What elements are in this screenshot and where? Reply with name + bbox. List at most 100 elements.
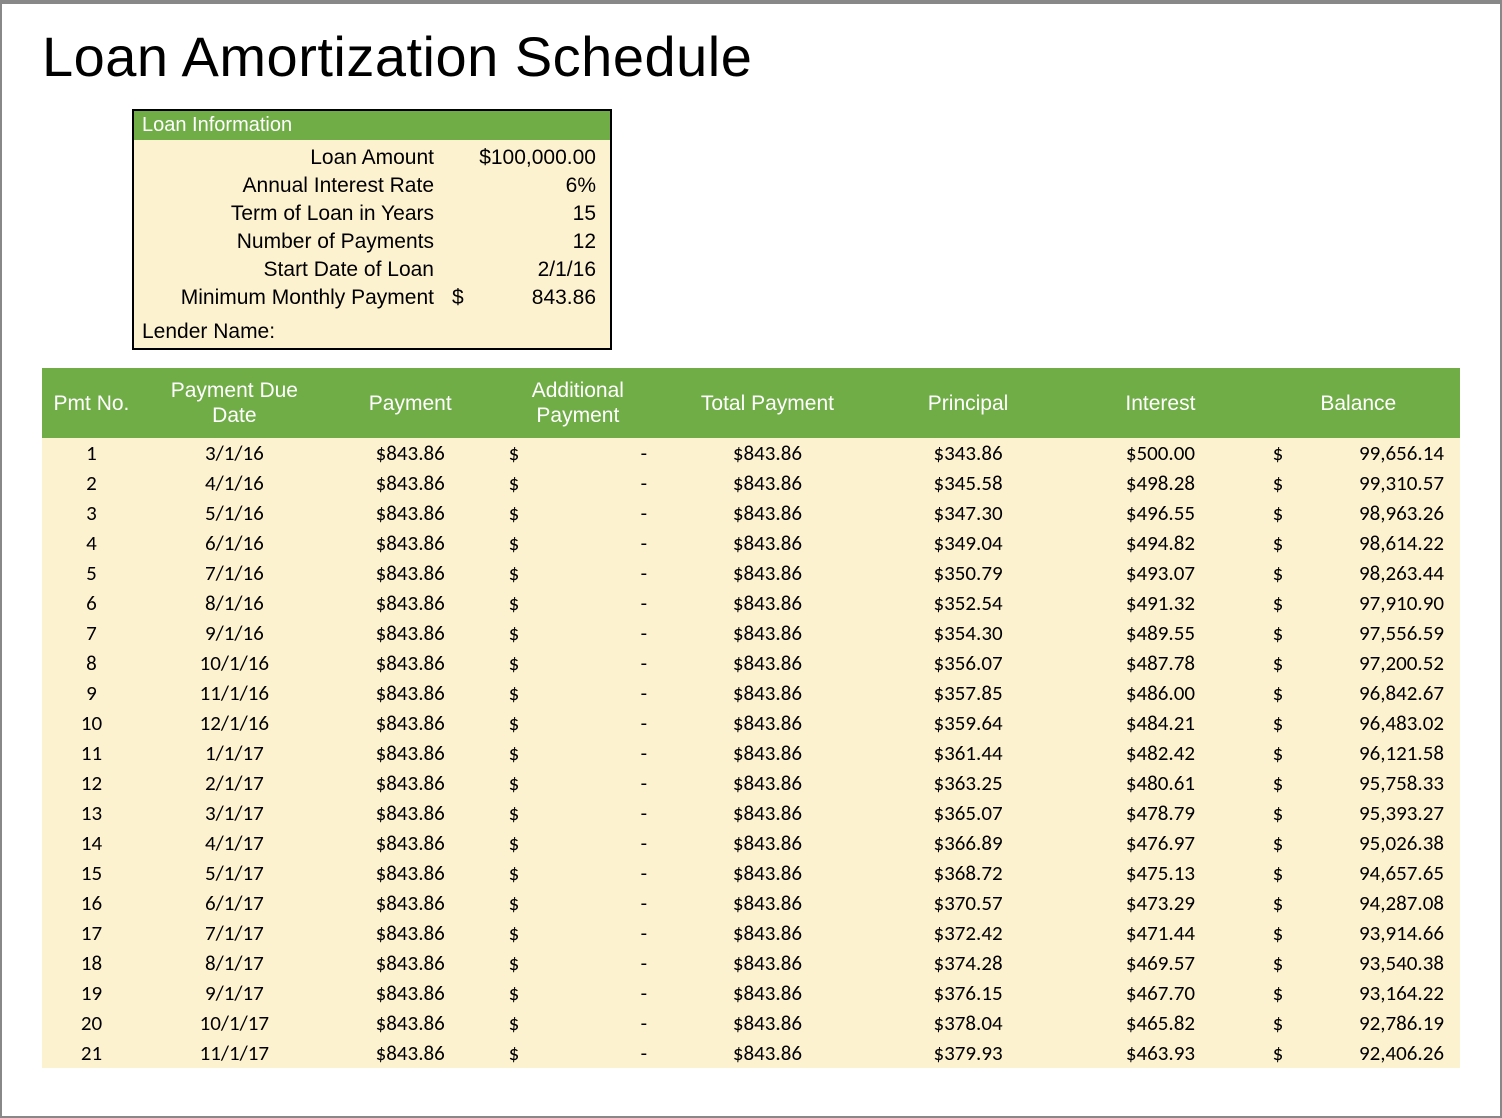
table-body: 13/1/16$843.86$-$843.86$343.86$500.00$99…	[42, 438, 1460, 1068]
cell-additional: $-	[493, 648, 663, 678]
cell-balance: $93,914.66	[1257, 918, 1460, 948]
cell-due-date: 4/1/16	[141, 468, 328, 498]
cell-principal: $370.57	[872, 888, 1064, 918]
currency-value: 95,026.38	[1359, 830, 1450, 856]
currency-symbol: $	[1267, 590, 1284, 616]
cell-due-date: 6/1/17	[141, 888, 328, 918]
cell-principal: $345.58	[872, 468, 1064, 498]
table-row: 177/1/17$843.86$-$843.86$372.42$471.44$9…	[42, 918, 1460, 948]
cell-additional: $-	[493, 1038, 663, 1068]
currency-symbol: $	[1267, 770, 1284, 796]
cell-total: $843.86	[663, 588, 872, 618]
cell-total: $843.86	[663, 1008, 872, 1038]
cell-due-date: 4/1/17	[141, 828, 328, 858]
cell-balance: $96,121.58	[1257, 738, 1460, 768]
cell-additional-split: $-	[503, 920, 653, 946]
table-row: 911/1/16$843.86$-$843.86$357.85$486.00$9…	[42, 678, 1460, 708]
cell-balance-split: $93,914.66	[1267, 920, 1450, 946]
cell-interest: $469.57	[1064, 948, 1256, 978]
cell-additional: $-	[493, 798, 663, 828]
cell-additional-split: $-	[503, 890, 653, 916]
cell-additional: $-	[493, 948, 663, 978]
currency-symbol: $	[1267, 680, 1284, 706]
cell-payment: $843.86	[328, 918, 493, 948]
cell-principal: $361.44	[872, 738, 1064, 768]
cell-additional: $-	[493, 618, 663, 648]
cell-principal: $359.64	[872, 708, 1064, 738]
loan-info-label: Number of Payments	[142, 230, 452, 254]
currency-symbol: $	[503, 710, 520, 736]
cell-balance-split: $94,657.65	[1267, 860, 1450, 886]
loan-info-body: Loan Amount$100,000.00Annual Interest Ra…	[134, 140, 610, 316]
cell-total: $843.86	[663, 768, 872, 798]
cell-additional: $-	[493, 828, 663, 858]
cell-interest: $491.32	[1064, 588, 1256, 618]
cell-balance-split: $98,963.26	[1267, 500, 1450, 526]
cell-balance-split: $95,393.27	[1267, 800, 1450, 826]
cell-additional: $-	[493, 978, 663, 1008]
loan-info-value: $100,000.00	[452, 146, 602, 170]
cell-additional-split: $-	[503, 770, 653, 796]
loan-info-row: Start Date of Loan2/1/16	[134, 256, 610, 284]
cell-balance-split: $98,263.44	[1267, 560, 1450, 586]
table-row: 810/1/16$843.86$-$843.86$356.07$487.78$9…	[42, 648, 1460, 678]
cell-additional-split: $-	[503, 500, 653, 526]
cell-additional-split: $-	[503, 530, 653, 556]
currency-value: -	[641, 890, 653, 916]
currency-symbol: $	[1267, 470, 1284, 496]
cell-balance: $92,406.26	[1257, 1038, 1460, 1068]
table-row: 111/1/17$843.86$-$843.86$361.44$482.42$9…	[42, 738, 1460, 768]
cell-additional-split: $-	[503, 680, 653, 706]
cell-balance-split: $96,121.58	[1267, 740, 1450, 766]
cell-additional: $-	[493, 858, 663, 888]
cell-additional: $-	[493, 438, 663, 468]
table-row: 144/1/17$843.86$-$843.86$366.89$476.97$9…	[42, 828, 1460, 858]
cell-additional-split: $-	[503, 800, 653, 826]
loan-info-row: Minimum Monthly Payment$843.86	[134, 284, 610, 312]
currency-value: -	[641, 530, 653, 556]
currency-symbol: $	[503, 800, 520, 826]
currency-value: 98,963.26	[1359, 500, 1450, 526]
loan-info-value: 15	[452, 202, 602, 226]
cell-additional: $-	[493, 1008, 663, 1038]
cell-balance-split: $93,540.38	[1267, 950, 1450, 976]
currency-value: -	[641, 470, 653, 496]
cell-payment: $843.86	[328, 498, 493, 528]
cell-total: $843.86	[663, 438, 872, 468]
cell-balance: $98,963.26	[1257, 498, 1460, 528]
cell-pmt-no: 17	[42, 918, 141, 948]
loan-info-row: Annual Interest Rate6%	[134, 172, 610, 200]
cell-total: $843.86	[663, 648, 872, 678]
cell-interest: $489.55	[1064, 618, 1256, 648]
currency-symbol: $	[1267, 530, 1284, 556]
cell-due-date: 7/1/17	[141, 918, 328, 948]
currency-value: 95,758.33	[1359, 770, 1450, 796]
currency-symbol: $	[503, 470, 520, 496]
cell-pmt-no: 5	[42, 558, 141, 588]
currency-value: -	[641, 740, 653, 766]
cell-total: $843.86	[663, 708, 872, 738]
col-header-additional: Additional Payment	[493, 368, 663, 438]
loan-info-row: Loan Amount$100,000.00	[134, 144, 610, 172]
cell-additional-split: $-	[503, 740, 653, 766]
cell-pmt-no: 3	[42, 498, 141, 528]
cell-principal: $347.30	[872, 498, 1064, 528]
cell-principal: $372.42	[872, 918, 1064, 948]
cell-principal: $352.54	[872, 588, 1064, 618]
cell-payment: $843.86	[328, 438, 493, 468]
currency-symbol: $	[452, 286, 464, 310]
cell-pmt-no: 20	[42, 1008, 141, 1038]
cell-principal: $366.89	[872, 828, 1064, 858]
cell-additional-split: $-	[503, 440, 653, 466]
cell-pmt-no: 11	[42, 738, 141, 768]
currency-value: 99,656.14	[1359, 440, 1450, 466]
cell-interest: $471.44	[1064, 918, 1256, 948]
cell-interest: $494.82	[1064, 528, 1256, 558]
page-title: Loan Amortization Schedule	[42, 24, 1460, 89]
currency-symbol: $	[503, 500, 520, 526]
table-row: 57/1/16$843.86$-$843.86$350.79$493.07$98…	[42, 558, 1460, 588]
currency-value: -	[641, 710, 653, 736]
cell-total: $843.86	[663, 888, 872, 918]
cell-balance: $92,786.19	[1257, 1008, 1460, 1038]
currency-value: 97,556.59	[1359, 620, 1450, 646]
